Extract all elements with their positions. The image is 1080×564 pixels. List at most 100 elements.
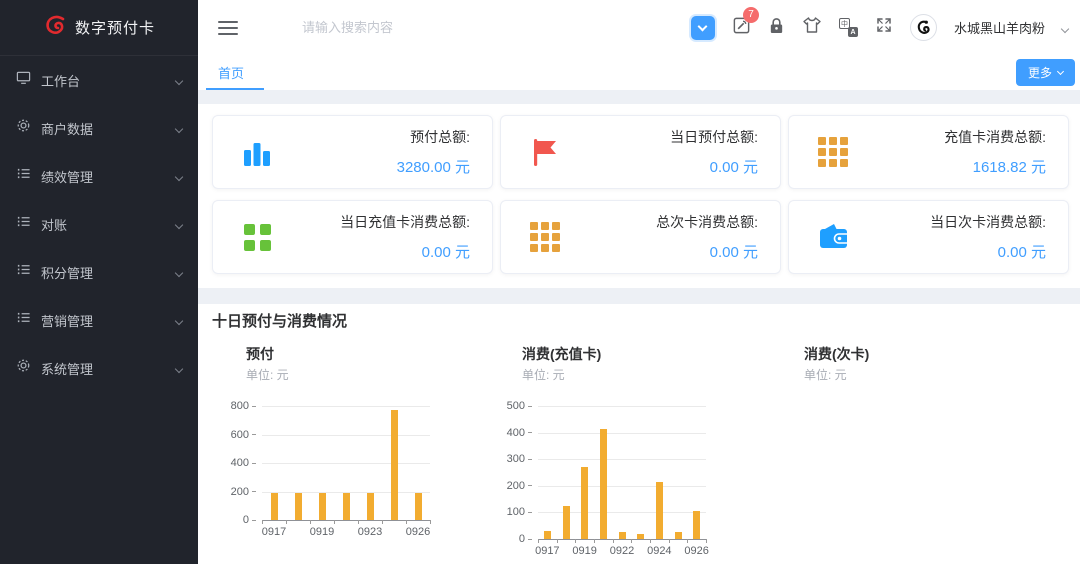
sidebar-item-reconciliation[interactable]: 对账 [0,200,198,248]
stat-value: 3280.00 元 [277,156,470,177]
sidebar-item-merchant-data[interactable]: 商户数据 [0,104,198,152]
fullscreen-icon [875,16,893,39]
sidebar: 数字预付卡 工作台 商户数据 [0,0,198,564]
chart-consume-times-card: 消费(次卡) 单位: 元 [786,344,1026,564]
x-tick [310,520,311,524]
gridline [262,463,430,464]
x-tick-label: 0926 [398,526,438,538]
avatar[interactable] [910,14,937,41]
tab-bar: 首页 更多 [198,55,1080,90]
chart-bar [415,493,422,520]
x-tick [687,539,688,543]
gridline [538,486,706,487]
charts-section-title: 十日预付与消费情况 [212,310,347,331]
stat-card-today-prepaid: 当日预付总额: 0.00 元 [500,115,781,189]
x-tick [613,539,614,543]
chevron-down-icon [176,359,182,377]
sidebar-item-performance[interactable]: 绩效管理 [0,152,198,200]
divider [198,90,1080,104]
theme-button[interactable] [802,16,822,39]
chart-bar [637,534,644,539]
chart-bar [675,532,682,539]
sidebar-item-marketing[interactable]: 营销管理 [0,296,198,344]
sidebar-item-points[interactable]: 积分管理 [0,248,198,296]
stat-value: 0.00 元 [565,241,758,262]
x-tick [286,520,287,524]
y-tick-label: 800 [222,400,256,412]
chart-subtitle: 单位: 元 [246,366,289,383]
stat-label: 当日预付总额: [565,127,758,147]
x-tick-label: 0926 [677,545,717,557]
chart-bar [619,532,626,539]
chart-x-axis: 0917091909230926 [228,526,468,540]
x-tick [631,539,632,543]
list-icon [16,262,31,282]
monitor-icon [16,70,31,90]
chart-bar [656,482,663,539]
list-icon [16,310,31,330]
x-tick-label: 0924 [639,545,679,557]
wallet-icon [813,221,853,253]
flag-icon [525,136,565,168]
logo: 数字预付卡 [0,0,198,56]
stat-label: 当日次卡消费总额: [853,212,1046,232]
x-tick [594,539,595,543]
more-button[interactable]: 更多 [1016,59,1075,86]
chevron-down-icon [176,119,182,137]
topbar: 7 [198,0,1080,55]
sidebar-item-system[interactable]: 系统管理 [0,344,198,392]
search-input[interactable] [300,19,580,36]
more-button-label: 更多 [1028,64,1052,81]
chart-bar [343,493,350,520]
fullscreen-button[interactable] [875,16,893,39]
chart-y-axis: 0200400600800 [228,406,256,520]
chart-x-axis: 09170919092209240926 [504,545,744,559]
chart-bar [600,429,607,539]
chevron-down-icon [1057,67,1064,74]
brand-swirl-icon [43,13,67,42]
y-tick-label: 600 [222,429,256,441]
chart-y-axis: 0100200300400500 [504,406,532,539]
username[interactable]: 水城黑山羊肉粉 [954,18,1045,37]
lock-button[interactable] [768,16,785,40]
user-chevron-down-icon[interactable] [1062,19,1068,37]
tool-board-button[interactable]: 7 [732,16,751,40]
y-tick-label: 0 [498,533,532,545]
sidebar-item-label: 绩效管理 [41,167,93,186]
sidebar-item-label: 积分管理 [41,263,93,282]
chart-bar [391,410,398,520]
stat-label: 预付总额: [277,127,470,147]
chart-bar [295,493,302,520]
chart-bar [319,493,326,520]
x-tick [382,520,383,524]
stat-value: 0.00 元 [277,241,470,262]
sidebar-item-workbench[interactable]: 工作台 [0,56,198,104]
x-tick [334,520,335,524]
chart-plot [262,406,430,520]
y-tick-label: 300 [498,453,532,465]
chart-title: 预付 [246,344,274,364]
stat-value: 0.00 元 [565,156,758,177]
x-tick [669,539,670,543]
gridline [538,459,706,460]
hamburger-menu-icon[interactable] [218,21,238,35]
chevron-down-icon [176,263,182,281]
app-window: 数字预付卡 工作台 商户数据 [0,0,1080,564]
chart-subtitle: 单位: 元 [522,366,565,383]
y-tick-label: 500 [498,400,532,412]
x-tick [262,520,263,524]
x-tick [650,539,651,543]
chart-bar [563,506,570,539]
tab-home[interactable]: 首页 [206,55,256,90]
x-tick [575,539,576,543]
chart-bar [693,511,700,539]
check-toggle-button[interactable] [691,16,715,40]
sidebar-item-label: 营销管理 [41,311,93,330]
translate-button[interactable]: 中A [839,18,858,37]
x-tick [430,520,431,524]
stat-card-times-card-total: 总次卡消费总额: 0.00 元 [500,200,781,274]
y-tick-label: 400 [498,427,532,439]
chart-bar [581,467,588,539]
x-tick-label: 0922 [602,545,642,557]
x-tick [538,539,539,543]
